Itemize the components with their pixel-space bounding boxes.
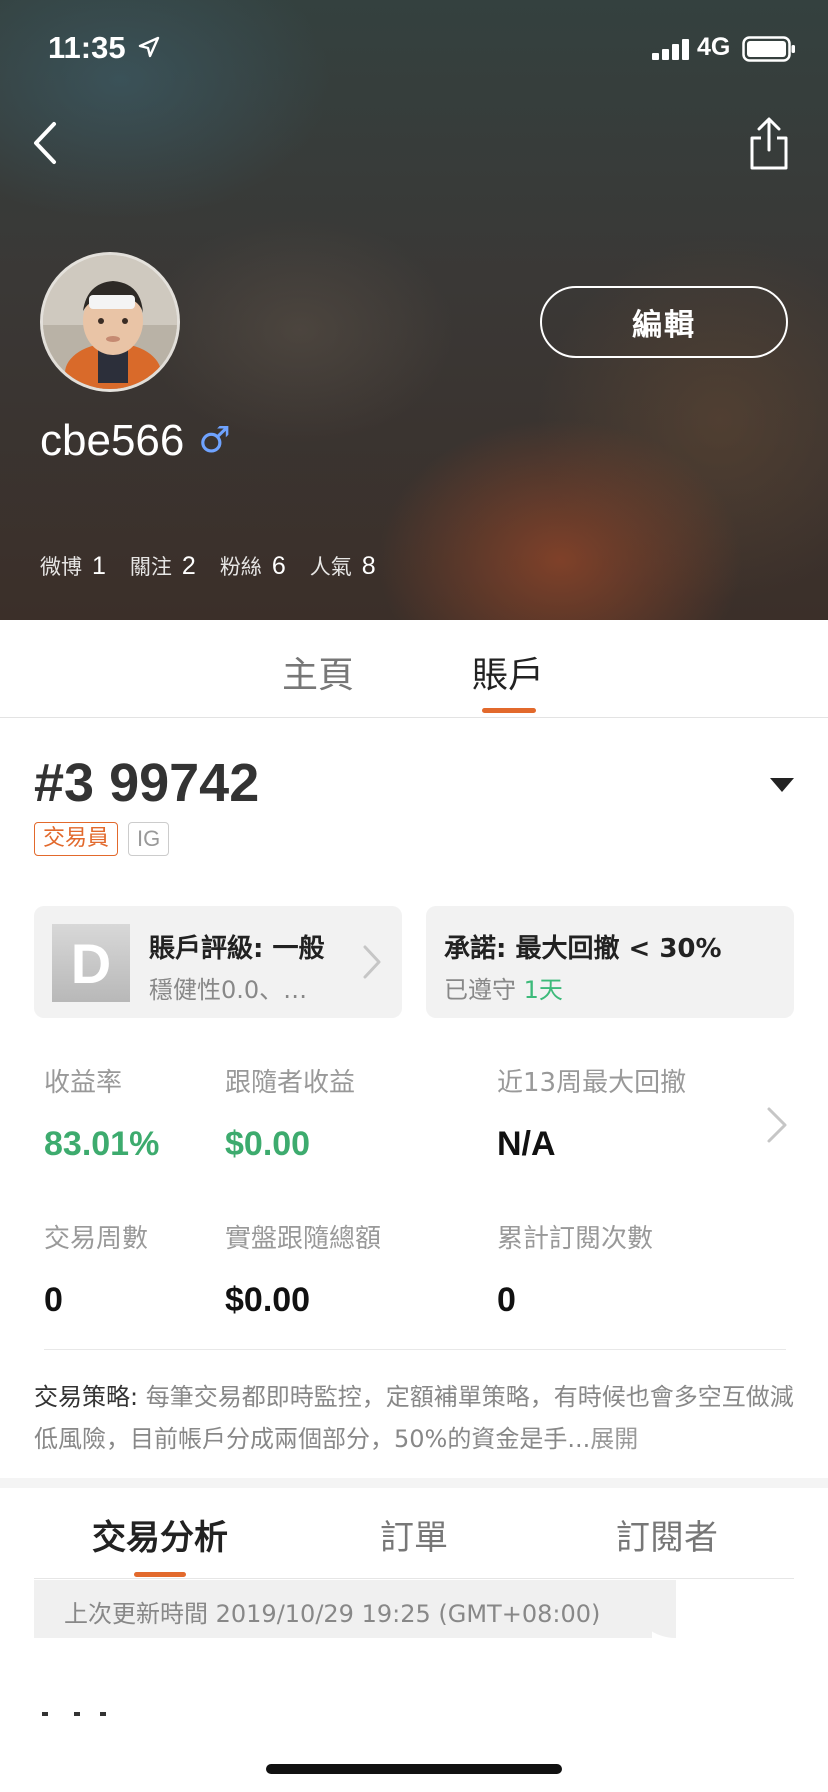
metric-label: 累計訂閱次數 — [497, 1224, 654, 1254]
tab-trade-analysis[interactable]: 交易分析 — [92, 1510, 228, 1559]
profile-stats: 微博 1 關注 2 粉絲 6 人氣 8 — [40, 551, 400, 581]
promise-title: 承諾: 最大回撤 < 30% — [444, 934, 722, 964]
stat-weibo-count[interactable]: 1 — [92, 552, 106, 581]
stat-fans-count[interactable]: 6 — [272, 552, 286, 581]
home-indicator[interactable] — [266, 1764, 562, 1774]
status-bar: 11:35 4G — [0, 0, 828, 100]
stat-popularity-label: 人氣 — [309, 555, 352, 579]
promise-days: 1天 — [523, 976, 563, 1004]
metric-label: 近13周最大回撤 — [497, 1068, 687, 1098]
metric-value: $0.00 — [225, 1281, 311, 1319]
metric-value: $0.00 — [225, 1125, 311, 1163]
stat-following-count[interactable]: 2 — [182, 552, 196, 581]
cellular-signal-icon — [652, 38, 690, 60]
chevron-right-icon[interactable] — [766, 1106, 788, 1144]
rating-grade: D — [52, 924, 130, 1002]
stat-fans-label[interactable]: 粉絲 — [220, 551, 262, 581]
drawdown-promise-card: 承諾: 最大回撤 < 30% 已遵守 1天 — [426, 906, 794, 1018]
analysis-tabs: 交易分析 訂單 訂閱者 — [0, 1488, 828, 1580]
back-button[interactable] — [26, 118, 66, 168]
divider — [44, 1349, 786, 1350]
tab-home[interactable]: 主頁 — [282, 646, 354, 698]
status-time: 11:35 — [48, 30, 126, 65]
expand-link[interactable]: 展開 — [590, 1425, 638, 1453]
rating-title: 賬戶評級: 一般 — [149, 934, 325, 964]
metric-subscription-count[interactable]: 累計訂閱次數 0 — [497, 1218, 653, 1320]
location-arrow-icon — [138, 36, 160, 58]
avatar[interactable] — [40, 252, 180, 392]
account-dropdown-icon[interactable] — [768, 776, 796, 794]
username: cbe566 — [40, 416, 185, 465]
last-update-time: 上次更新時間 2019/10/29 19:25 (GMT+08:00) — [64, 1600, 601, 1628]
metric-return-rate[interactable]: 收益率 83.01% — [44, 1062, 159, 1164]
trader-badge: 交易員 — [34, 822, 119, 856]
edit-profile-button[interactable]: 編輯 — [540, 286, 788, 358]
active-tab-indicator — [482, 708, 536, 713]
username-row: cbe566 ♂ — [40, 416, 231, 466]
stat-weibo-label[interactable]: 微博 — [40, 551, 82, 581]
male-gender-icon: ♂ — [198, 420, 231, 461]
metric-value: N/A — [497, 1125, 556, 1163]
share-button[interactable] — [744, 116, 794, 172]
partially-visible-content — [34, 1712, 114, 1718]
section-separator — [0, 1478, 828, 1488]
metric-label: 跟隨者收益 — [225, 1068, 356, 1098]
network-type: 4G — [697, 33, 731, 61]
chevron-right-icon — [363, 945, 381, 979]
profile-tabs: 主頁 賬戶 — [0, 620, 828, 718]
metric-trading-weeks[interactable]: 交易周數 0 — [44, 1218, 148, 1320]
metric-value: 83.01% — [44, 1125, 160, 1163]
metric-value: 0 — [497, 1281, 516, 1319]
tab-bar-border — [34, 1578, 794, 1579]
metric-value: 0 — [44, 1281, 63, 1319]
account-number: #3 99742 — [34, 753, 260, 813]
stat-popularity-count: 8 — [361, 552, 376, 580]
metric-follower-profit[interactable]: 跟隨者收益 $0.00 — [225, 1062, 355, 1164]
tab-orders[interactable]: 訂單 — [380, 1510, 448, 1559]
metric-label: 交易周數 — [44, 1224, 149, 1254]
profile-page: 11:35 4G 編輯 cbe566 ♂ 微博 1 關注 2 粉絲 6 人氣 8… — [0, 0, 828, 1792]
profile-header: 11:35 4G 編輯 cbe566 ♂ 微博 1 關注 2 粉絲 6 人氣 8 — [0, 0, 828, 620]
metric-live-follow-total[interactable]: 實盤跟隨總額 $0.00 — [225, 1218, 381, 1320]
tab-account[interactable]: 賬戶 — [472, 646, 544, 698]
promise-status: 已遵守 1天 — [444, 970, 563, 1005]
battery-icon — [742, 36, 795, 62]
metric-max-drawdown[interactable]: 近13周最大回撤 N/A — [497, 1062, 686, 1164]
rating-subtitle: 穩健性0.0、… — [149, 976, 308, 1004]
strategy-text: 每筆交易都即時監控，定額補單策略，有時候也會多空互做減低風險，目前帳戶分成兩個部… — [34, 1383, 794, 1453]
trading-strategy: 交易策略: 每筆交易都即時監控，定額補單策略，有時候也會多空互做減低風險，目前帳… — [34, 1376, 794, 1460]
promise-status-prefix: 已遵守 — [444, 976, 524, 1004]
strategy-label: 交易策略: — [34, 1383, 139, 1411]
metric-label: 收益率 — [44, 1068, 123, 1098]
metric-label: 實盤跟隨總額 — [225, 1224, 382, 1254]
account-badges: 交易員 IG — [34, 822, 179, 856]
stat-following-label[interactable]: 關注 — [130, 551, 172, 581]
broker-badge: IG — [128, 822, 170, 856]
tab-subscribers[interactable]: 訂閱者 — [616, 1510, 718, 1559]
account-rating-card[interactable]: D 賬戶評級: 一般 穩健性0.0、… — [34, 906, 402, 1018]
active-tab-indicator — [134, 1572, 186, 1577]
avatar-photo — [43, 255, 177, 389]
